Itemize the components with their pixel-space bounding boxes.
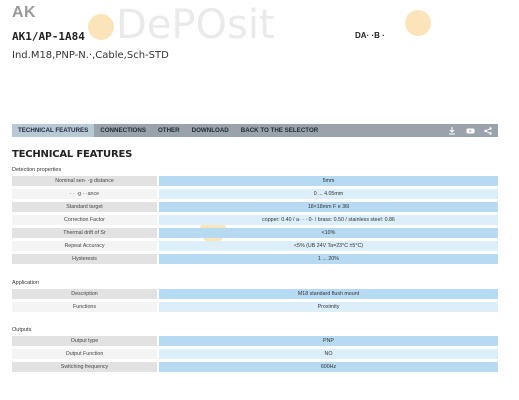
row-key: Output type [12,336,157,346]
row-key: Switching frequency [12,362,157,372]
row-key: Nominal sen· ·g distance [12,176,157,186]
table-row: Switching frequency 600Hz [12,362,498,372]
table-row: Hysteresis 1 ... 20% [12,254,498,264]
row-key: Hysteresis [12,254,157,264]
table-row: Description M18 standard flush mount [12,289,498,299]
row-key: Correction Factor [12,215,157,225]
table-row: Functions Proximity [12,302,498,312]
brand-name: AK [12,4,37,21]
row-value: M18 standard flush mount [159,289,498,299]
row-value: copper: 0.40 / a· · · 0· / brass: 0.50 /… [159,215,498,225]
row-key: Thermal drift of Sr [12,228,157,238]
product-description: Ind.M18,PNP-N.·,Cable,Sch-STD [12,50,169,61]
row-key: Functions [12,302,157,312]
row-value: 5mm [159,176,498,186]
tab-download[interactable]: DOWNLOAD [186,124,235,137]
table-row: Correction Factor copper: 0.40 / a· · · 0… [12,215,498,225]
table-row: · · ·g · ·ance 0 ... 4.05mm [12,189,498,199]
row-value: <5% (UB 24V Ta=23°C ±5°C) [159,241,498,251]
row-value: NO [159,349,498,359]
section-label-application: Application [12,280,39,286]
watermark: DePOsit [88,2,275,48]
table-row: Repeat Accuracy <5% (UB 24V Ta=23°C ±5°C) [12,241,498,251]
row-value: 600Hz [159,362,498,372]
row-value: 18×18mm F e 36l [159,202,498,212]
row-value: 1 ... 20% [159,254,498,264]
table-row: Nominal sen· ·g distance 5mm [12,176,498,186]
section-label-outputs: Outputs [12,327,32,333]
table-row: Output Function NO [12,349,498,359]
watermark [405,0,433,44]
section-title: TECHNICAL FEATURES [12,149,133,160]
row-key: Output Function [12,349,157,359]
table-row: Standard target 18×18mm F e 36l [12,202,498,212]
row-value: <10% [159,228,498,238]
tab-connections[interactable]: CONNECTIONS [94,124,152,137]
date-label: DA· ·B · [355,31,385,40]
row-key: Standard target [12,202,157,212]
share-icon[interactable] [484,126,492,135]
row-value: PNP [159,336,498,346]
product-model: AK1/AP-1A84 [12,30,85,43]
table-row: Output type PNP [12,336,498,346]
tab-bar: TECHNICAL FEATURES CONNECTIONS OTHER DOW… [12,124,498,137]
watermark-logo-icon [88,14,114,40]
tab-technical-features[interactable]: TECHNICAL FEATURES [12,124,95,137]
table-row: Thermal drift of Sr <10% [12,228,498,238]
row-value: Proximity [159,302,498,312]
row-key: Repeat Accuracy [12,241,157,251]
tab-back-to-selector[interactable]: BACK TO THE SELECTOR [235,124,324,137]
watermark-logo-icon [405,10,431,36]
row-key: Description [12,289,157,299]
youtube-icon[interactable] [466,127,475,135]
tab-actions [448,126,498,135]
tab-other[interactable]: OTHER [152,124,186,137]
section-label-detection: Detection properties [12,167,62,173]
row-value: 0 ... 4.05mm [159,189,498,199]
download-icon[interactable] [448,126,456,135]
row-key: · · ·g · ·ance [12,189,157,199]
